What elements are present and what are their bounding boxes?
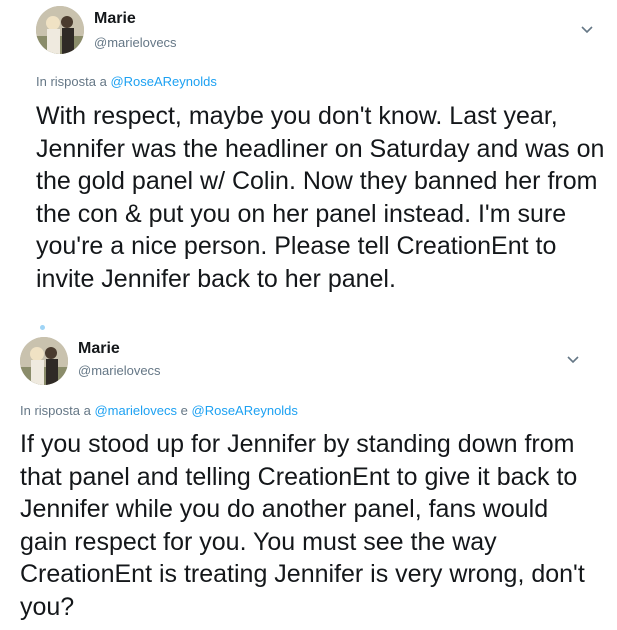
reply-prefix: In risposta a xyxy=(36,74,107,89)
reply-mention[interactable]: @marielovecs xyxy=(94,403,177,418)
avatar[interactable] xyxy=(20,337,68,385)
tweet-text: With respect, maybe you don't know. Last… xyxy=(36,102,605,293)
reply-context: In risposta a @RoseAReynolds xyxy=(36,74,217,89)
tweet-text: If you stood up for Jennifer by standing… xyxy=(20,430,585,621)
author-handle[interactable]: @marielovecs xyxy=(94,35,177,50)
chevron-down-icon[interactable] xyxy=(566,355,580,365)
author-handle[interactable]: @marielovecs xyxy=(78,363,161,378)
tweet-1: Marie @marielovecs In risposta a @RoseAR… xyxy=(0,0,617,330)
author-name[interactable]: Marie xyxy=(78,340,120,358)
reply-mention[interactable]: @RoseAReynolds xyxy=(110,74,216,89)
reply-context: In risposta a @marielovecs e @RoseAReyno… xyxy=(20,403,298,418)
avatar[interactable] xyxy=(36,6,84,54)
reply-prefix: In risposta a xyxy=(20,403,91,418)
chevron-down-icon[interactable] xyxy=(580,25,594,35)
author-name[interactable]: Marie xyxy=(94,10,136,28)
tweet-2: Marie @marielovecs In risposta a @mariel… xyxy=(0,330,617,630)
reply-joiner: e xyxy=(180,403,188,418)
reply-mention[interactable]: @RoseAReynolds xyxy=(192,403,298,418)
